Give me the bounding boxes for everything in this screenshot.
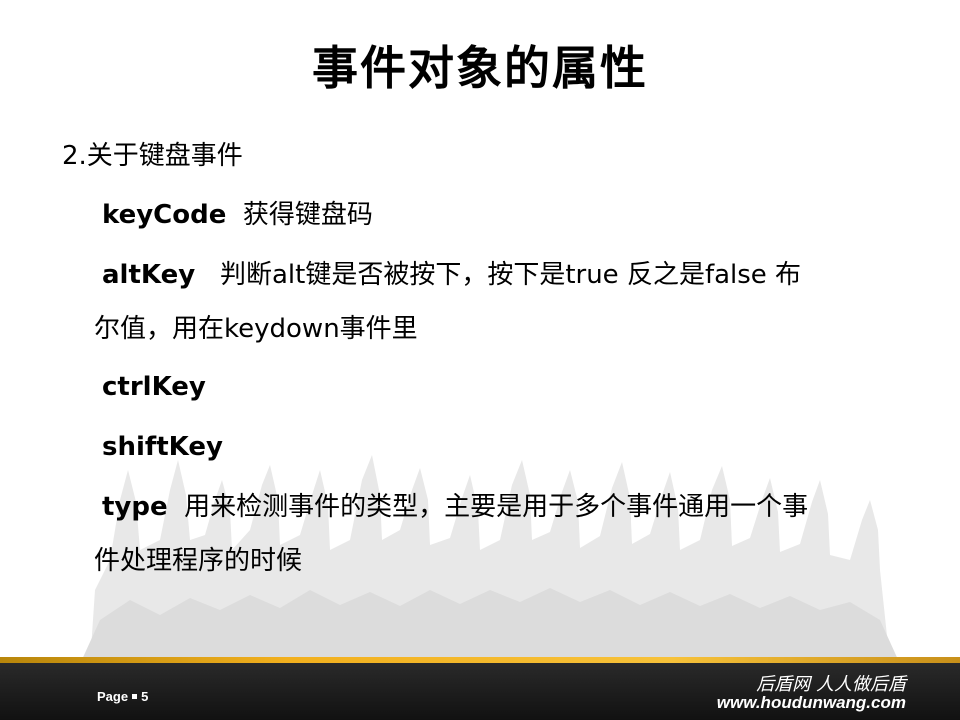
property-name: ctrlKey: [102, 372, 206, 402]
list-item-keycode: keyCode 获得键盘码: [102, 199, 373, 231]
list-item-type-continued: 件处理程序的时候: [94, 546, 303, 576]
list-item-type: type 用来检测事件的类型，主要是用于多个事件通用一个事: [102, 491, 808, 523]
brand-url: www.houdunwang.com: [716, 693, 906, 712]
page-label: Page: [97, 689, 129, 704]
list-item-altkey-continued: 尔值，用在keydown事件里: [94, 314, 418, 344]
slide-title: 事件对象的属性: [312, 41, 648, 95]
property-name: keyCode: [102, 200, 227, 230]
section-heading: 2.关于键盘事件: [62, 141, 243, 171]
list-item-shiftkey: shiftKey: [102, 431, 223, 463]
property-name: type: [102, 492, 168, 522]
property-description: 用来检测事件的类型，主要是用于多个事件通用一个事: [184, 492, 809, 522]
page-number: 5: [141, 689, 149, 704]
property-description: 获得键盘码: [242, 200, 373, 230]
property-name: altKey: [102, 260, 196, 290]
list-item-ctrlkey: ctrlKey: [102, 371, 206, 403]
property-description: 判断alt键是否被按下，按下是true 反之是false 布: [219, 260, 802, 290]
bullet-square-icon: [132, 694, 138, 700]
slide: 事件对象的属性 2.关于键盘事件 keyCode 获得键盘码 altKey 判断…: [0, 0, 960, 720]
list-item-altkey: altKey 判断alt键是否被按下，按下是true 反之是false 布: [102, 259, 801, 291]
property-name: shiftKey: [102, 432, 223, 462]
page-indicator: Page 5: [97, 689, 148, 704]
